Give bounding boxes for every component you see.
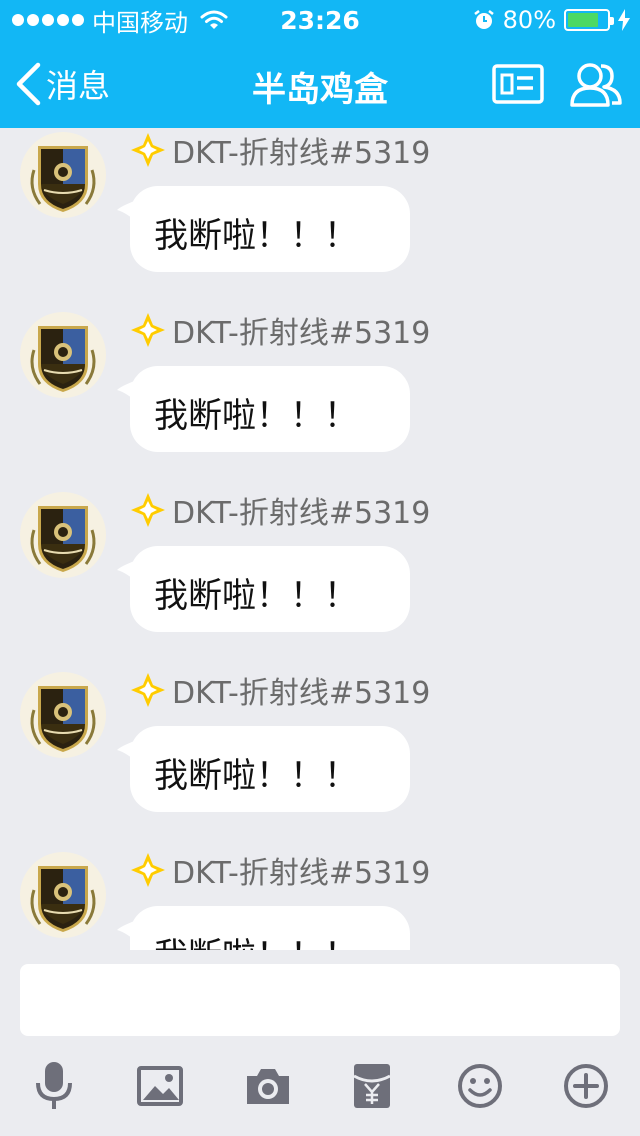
battery-percent: 80% <box>502 6 556 34</box>
sender-name[interactable]: DKT-折射线#5319 <box>172 128 430 172</box>
camera-icon <box>247 1069 289 1104</box>
message-bubble[interactable]: 我断啦！！！ <box>130 366 410 452</box>
message-input[interactable] <box>20 964 620 1036</box>
red-packet-button[interactable] <box>344 1058 400 1114</box>
alarm-icon <box>473 10 494 29</box>
message-bubble[interactable]: 我断啦！！！ <box>130 726 410 812</box>
avatar[interactable] <box>20 492 106 578</box>
message-item: DKT-折射线#5319 我断啦！！！ <box>0 852 640 950</box>
member-badge-icon <box>131 313 165 347</box>
plus-icon <box>564 1064 608 1108</box>
message-item: DKT-折射线#5319 我断啦！！！ <box>0 492 640 672</box>
emoji-button[interactable] <box>452 1058 508 1114</box>
camera-button[interactable] <box>240 1058 296 1114</box>
message-bubble[interactable]: 我断啦！！！ <box>130 906 410 950</box>
member-badge-icon <box>131 673 165 707</box>
member-badge-icon <box>131 853 165 887</box>
nav-bar: 消息 半岛鸡盒 <box>0 40 640 128</box>
avatar[interactable] <box>20 672 106 758</box>
message-text: 我断啦！！！ <box>154 216 358 256</box>
message-list[interactable]: DKT-折射线#5319 我断啦！！！ DKT-折射线#5319 我断啦！！！ … <box>0 128 640 950</box>
avatar[interactable] <box>20 852 106 938</box>
battery-icon <box>564 9 614 31</box>
avatar[interactable] <box>20 312 106 398</box>
message-text: 我断啦！！！ <box>154 576 358 616</box>
message-item: DKT-折射线#5319 我断啦！！！ <box>0 312 640 492</box>
group-profile-icon[interactable] <box>490 58 546 110</box>
sender-name[interactable]: DKT-折射线#5319 <box>172 848 430 892</box>
avatar[interactable] <box>20 132 106 218</box>
message-bubble[interactable]: 我断啦！！！ <box>130 546 410 632</box>
message-text: 我断啦！！！ <box>154 396 358 436</box>
member-badge-icon <box>131 133 165 167</box>
more-button[interactable] <box>558 1058 614 1114</box>
sender-name[interactable]: DKT-折射线#5319 <box>172 308 430 352</box>
image-icon <box>137 1066 183 1106</box>
group-members-icon[interactable] <box>568 58 624 110</box>
input-area <box>0 950 640 1136</box>
member-badge-icon <box>131 493 165 527</box>
status-bar: 中国移动 23:26 80% <box>0 0 640 40</box>
sender-name[interactable]: DKT-折射线#5319 <box>172 488 430 532</box>
mic-icon <box>36 1062 72 1109</box>
charging-icon <box>618 9 630 31</box>
image-button[interactable] <box>132 1058 188 1114</box>
sender-name[interactable]: DKT-折射线#5319 <box>172 668 430 712</box>
red-packet-icon <box>353 1064 391 1108</box>
emoji-icon <box>458 1064 502 1108</box>
message-text: 我断啦！！！ <box>154 756 358 796</box>
message-bubble[interactable]: 我断啦！！！ <box>130 186 410 272</box>
message-text: 我断啦！！！ <box>154 928 358 950</box>
message-item: DKT-折射线#5319 我断啦！！！ <box>0 672 640 852</box>
header: 中国移动 23:26 80% 消息 半岛鸡盒 <box>0 0 640 128</box>
message-item: DKT-折射线#5319 我断啦！！！ <box>0 132 640 312</box>
voice-button[interactable] <box>26 1058 82 1114</box>
